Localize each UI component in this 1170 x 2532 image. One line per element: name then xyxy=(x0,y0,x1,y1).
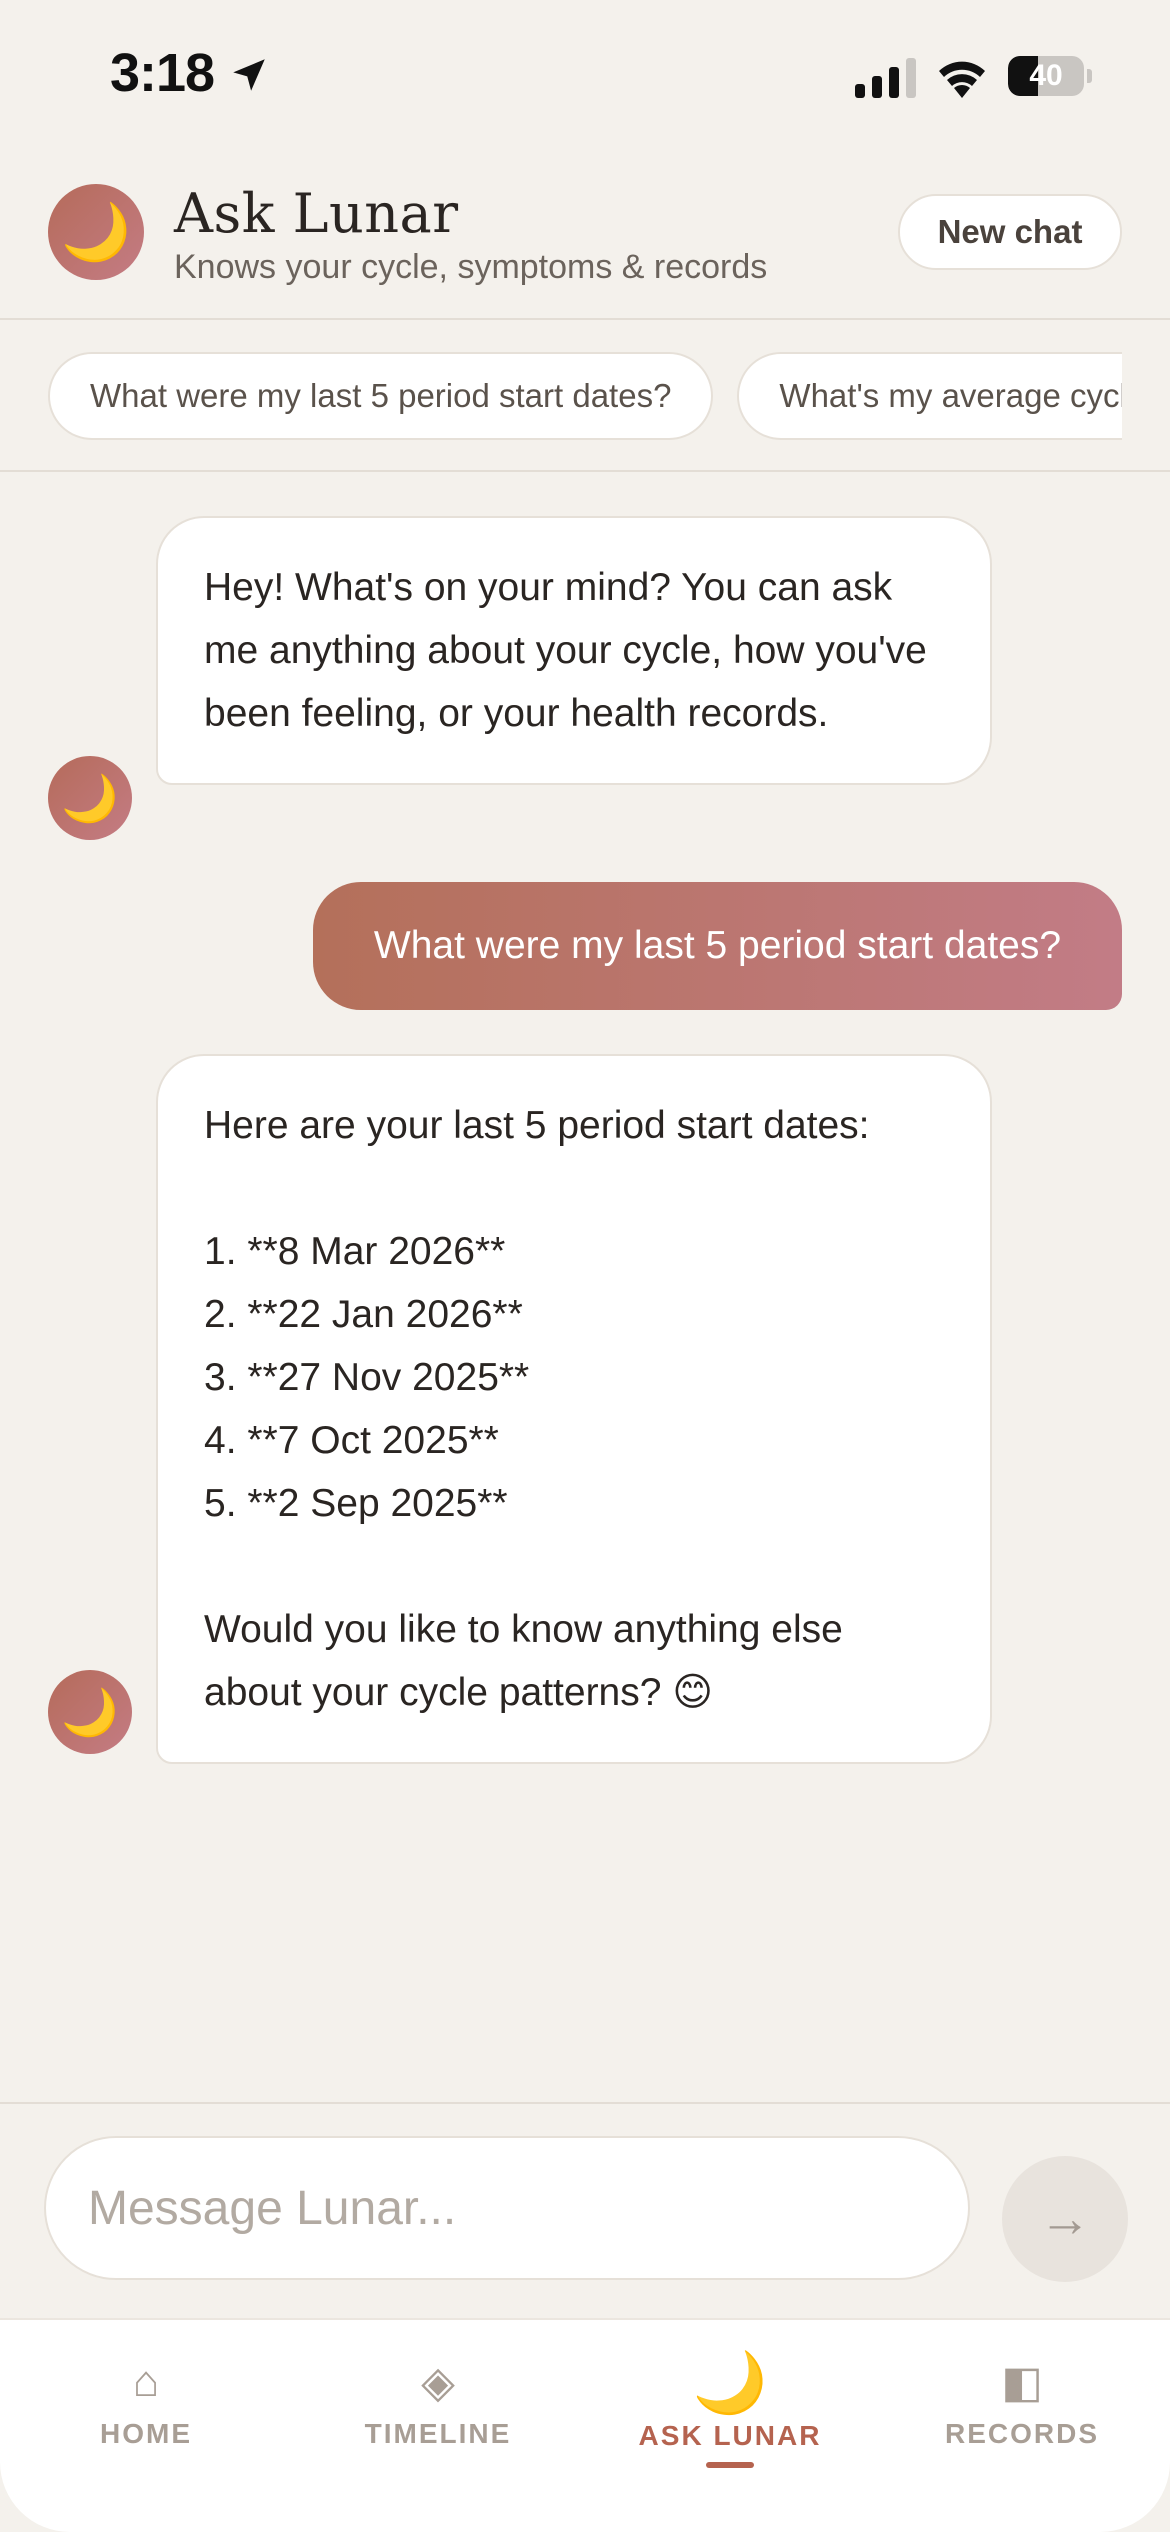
diamond-icon: ◈ xyxy=(421,2357,455,2407)
status-time: 3:18 xyxy=(110,43,215,103)
home-icon: ⌂ xyxy=(132,2357,160,2406)
battery-icon: 40 xyxy=(1008,56,1092,96)
tab-records[interactable]: ◧ RECORDS xyxy=(876,2320,1168,2532)
records-icon: ◧ xyxy=(1001,2357,1043,2407)
arrow-right-icon: → xyxy=(1039,2190,1091,2248)
cellular-signal-icon xyxy=(855,58,916,98)
page-title: Ask Lunar xyxy=(174,182,459,245)
tab-timeline[interactable]: ◈ TIMELINE xyxy=(292,2320,584,2532)
tab-home[interactable]: ⌂ HOME xyxy=(0,2320,292,2532)
suggestion-chip-period-dates[interactable]: What were my last 5 period start dates? xyxy=(48,352,714,440)
location-arrow-icon xyxy=(233,59,265,91)
suggestion-chip-track[interactable]: What were my last 5 period start dates? W… xyxy=(48,352,1122,444)
message-input[interactable] xyxy=(44,2136,970,2280)
send-button[interactable]: → xyxy=(1002,2156,1128,2282)
chat-header: 🌙 Ask Lunar Knows your cycle, symptoms &… xyxy=(0,160,1170,320)
tab-ask-lunar[interactable]: 🌙 ASK LUNAR xyxy=(584,2320,876,2532)
page-subtitle: Knows your cycle, symptoms & records xyxy=(174,248,768,286)
assistant-message-bubble: Hey! What's on your mind? You can ask me… xyxy=(156,516,992,785)
assistant-avatar: 🌙 xyxy=(48,1670,132,1754)
suggestion-chips: What were my last 5 period start dates? W… xyxy=(0,322,1170,472)
tab-label: ASK LUNAR xyxy=(638,2420,822,2451)
battery-percent: 40 xyxy=(1029,59,1063,92)
suggestion-chip-average-cycle[interactable]: What's my average cycle length? xyxy=(737,352,1122,440)
tab-label: RECORDS xyxy=(944,2418,1099,2449)
tab-label: TIMELINE xyxy=(364,2418,512,2449)
tab-label: HOME xyxy=(100,2418,192,2449)
new-chat-button[interactable]: New chat xyxy=(898,194,1122,270)
assistant-message-bubble: Here are your last 5 period start dates:… xyxy=(156,1054,992,1764)
user-message-bubble: What were my last 5 period start dates? xyxy=(313,882,1122,1010)
status-bar: 3:18 40 xyxy=(0,0,1170,150)
moon-icon: 🌙 xyxy=(692,2348,768,2416)
active-tab-indicator xyxy=(706,2462,754,2468)
bottom-tab-bar: ⌂ HOME ◈ TIMELINE 🌙 ASK LUNAR ◧ RECORDS xyxy=(0,2318,1170,2532)
wifi-icon xyxy=(939,61,985,98)
lunar-avatar: 🌙 xyxy=(48,184,144,280)
assistant-avatar: 🌙 xyxy=(48,756,132,840)
message-composer: → xyxy=(0,2102,1170,2318)
